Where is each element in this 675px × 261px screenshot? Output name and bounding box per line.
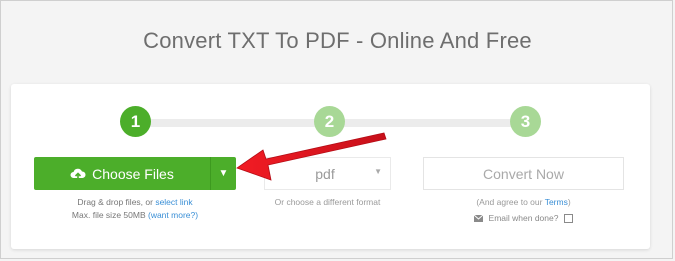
step-number: 2 xyxy=(324,111,335,131)
choose-files-button-group: Choose Files ▼ xyxy=(34,157,236,190)
upload-hint-line1: Drag & drop files, or select link xyxy=(34,196,236,209)
terms-suffix: ) xyxy=(567,197,571,207)
terms-prefix: (And agree to our xyxy=(476,197,545,207)
select-link[interactable]: select link xyxy=(155,197,192,207)
drag-drop-text: Drag & drop files, or xyxy=(77,197,156,207)
email-label: Email when done? xyxy=(488,213,559,223)
format-select[interactable]: pdf ▼ xyxy=(264,157,391,190)
upload-hint: Drag & drop files, or select link Max. f… xyxy=(34,196,236,222)
convert-now-button[interactable]: Convert Now xyxy=(423,157,624,190)
terms-note: (And agree to our Terms) xyxy=(423,196,624,209)
choose-files-button[interactable]: Choose Files xyxy=(34,157,210,190)
step-number: 1 xyxy=(130,111,141,131)
page-title: Convert TXT To PDF - Online And Free xyxy=(143,28,532,53)
step-2-indicator: 2 xyxy=(314,106,345,137)
cloud-upload-icon xyxy=(70,168,86,180)
max-size-text: Max. file size 50MB xyxy=(71,210,148,220)
caret-down-icon: ▼ xyxy=(218,168,229,179)
choose-files-label: Choose Files xyxy=(92,165,174,182)
step-3-indicator: 3 xyxy=(510,106,541,137)
step-number: 3 xyxy=(520,111,531,131)
format-select-value: pdf xyxy=(315,166,335,182)
email-checkbox[interactable] xyxy=(563,214,573,224)
format-hint: Or choose a different format xyxy=(274,197,381,207)
want-more-link[interactable]: (want more?) xyxy=(148,210,198,220)
caret-down-icon: ▼ xyxy=(374,167,382,176)
upload-hint-line2: Max. file size 50MB (want more?) xyxy=(34,209,236,222)
terms-link[interactable]: Terms xyxy=(545,197,568,207)
email-option: Email when done? xyxy=(423,212,624,225)
upload-source-dropdown[interactable]: ▼ xyxy=(211,157,236,190)
step-1-indicator: 1 xyxy=(120,106,151,137)
envelope-icon xyxy=(474,215,484,223)
